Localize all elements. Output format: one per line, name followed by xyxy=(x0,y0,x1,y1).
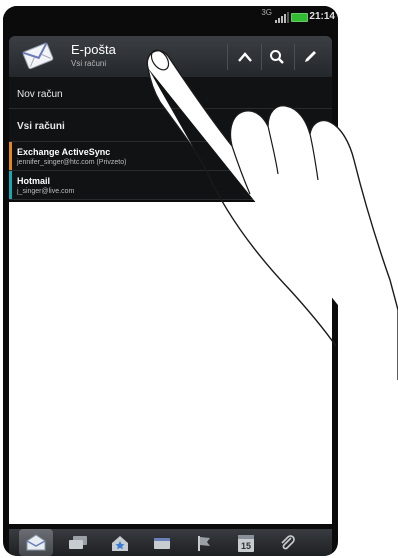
tab-conversations[interactable] xyxy=(61,529,95,556)
vip-group-icon xyxy=(112,535,128,551)
signal-icon xyxy=(275,12,289,23)
pointing-hand-illustration xyxy=(146,49,398,380)
account-color-bar xyxy=(9,171,12,199)
mail-envelope-icon xyxy=(22,42,54,70)
attachments-icon xyxy=(281,534,295,549)
tab-vip-group[interactable] xyxy=(103,529,137,556)
app-title: E-pošta xyxy=(71,42,116,57)
conversations-icon xyxy=(69,535,87,549)
tab-invitations[interactable]: 15 xyxy=(229,529,263,556)
battery-icon xyxy=(291,13,308,22)
calendar-date-label: 15 xyxy=(241,541,251,551)
account-color-bar xyxy=(9,142,12,170)
bottom-tab-bar: 15 xyxy=(9,529,332,556)
account-selector-label: Vsi računi xyxy=(71,59,107,68)
tab-inbox[interactable] xyxy=(19,529,53,556)
network-type: 3G xyxy=(261,8,272,17)
clock: 21:14 xyxy=(309,11,335,22)
tab-flagged[interactable] xyxy=(187,529,221,556)
invitations-icon: 15 xyxy=(238,534,254,552)
tab-unread[interactable] xyxy=(145,529,179,556)
flagged-icon xyxy=(198,535,210,551)
status-bar: 3G 21:14 xyxy=(3,6,338,28)
inbox-icon xyxy=(26,533,46,550)
tab-attachments[interactable] xyxy=(271,529,305,556)
unread-icon xyxy=(154,537,170,549)
